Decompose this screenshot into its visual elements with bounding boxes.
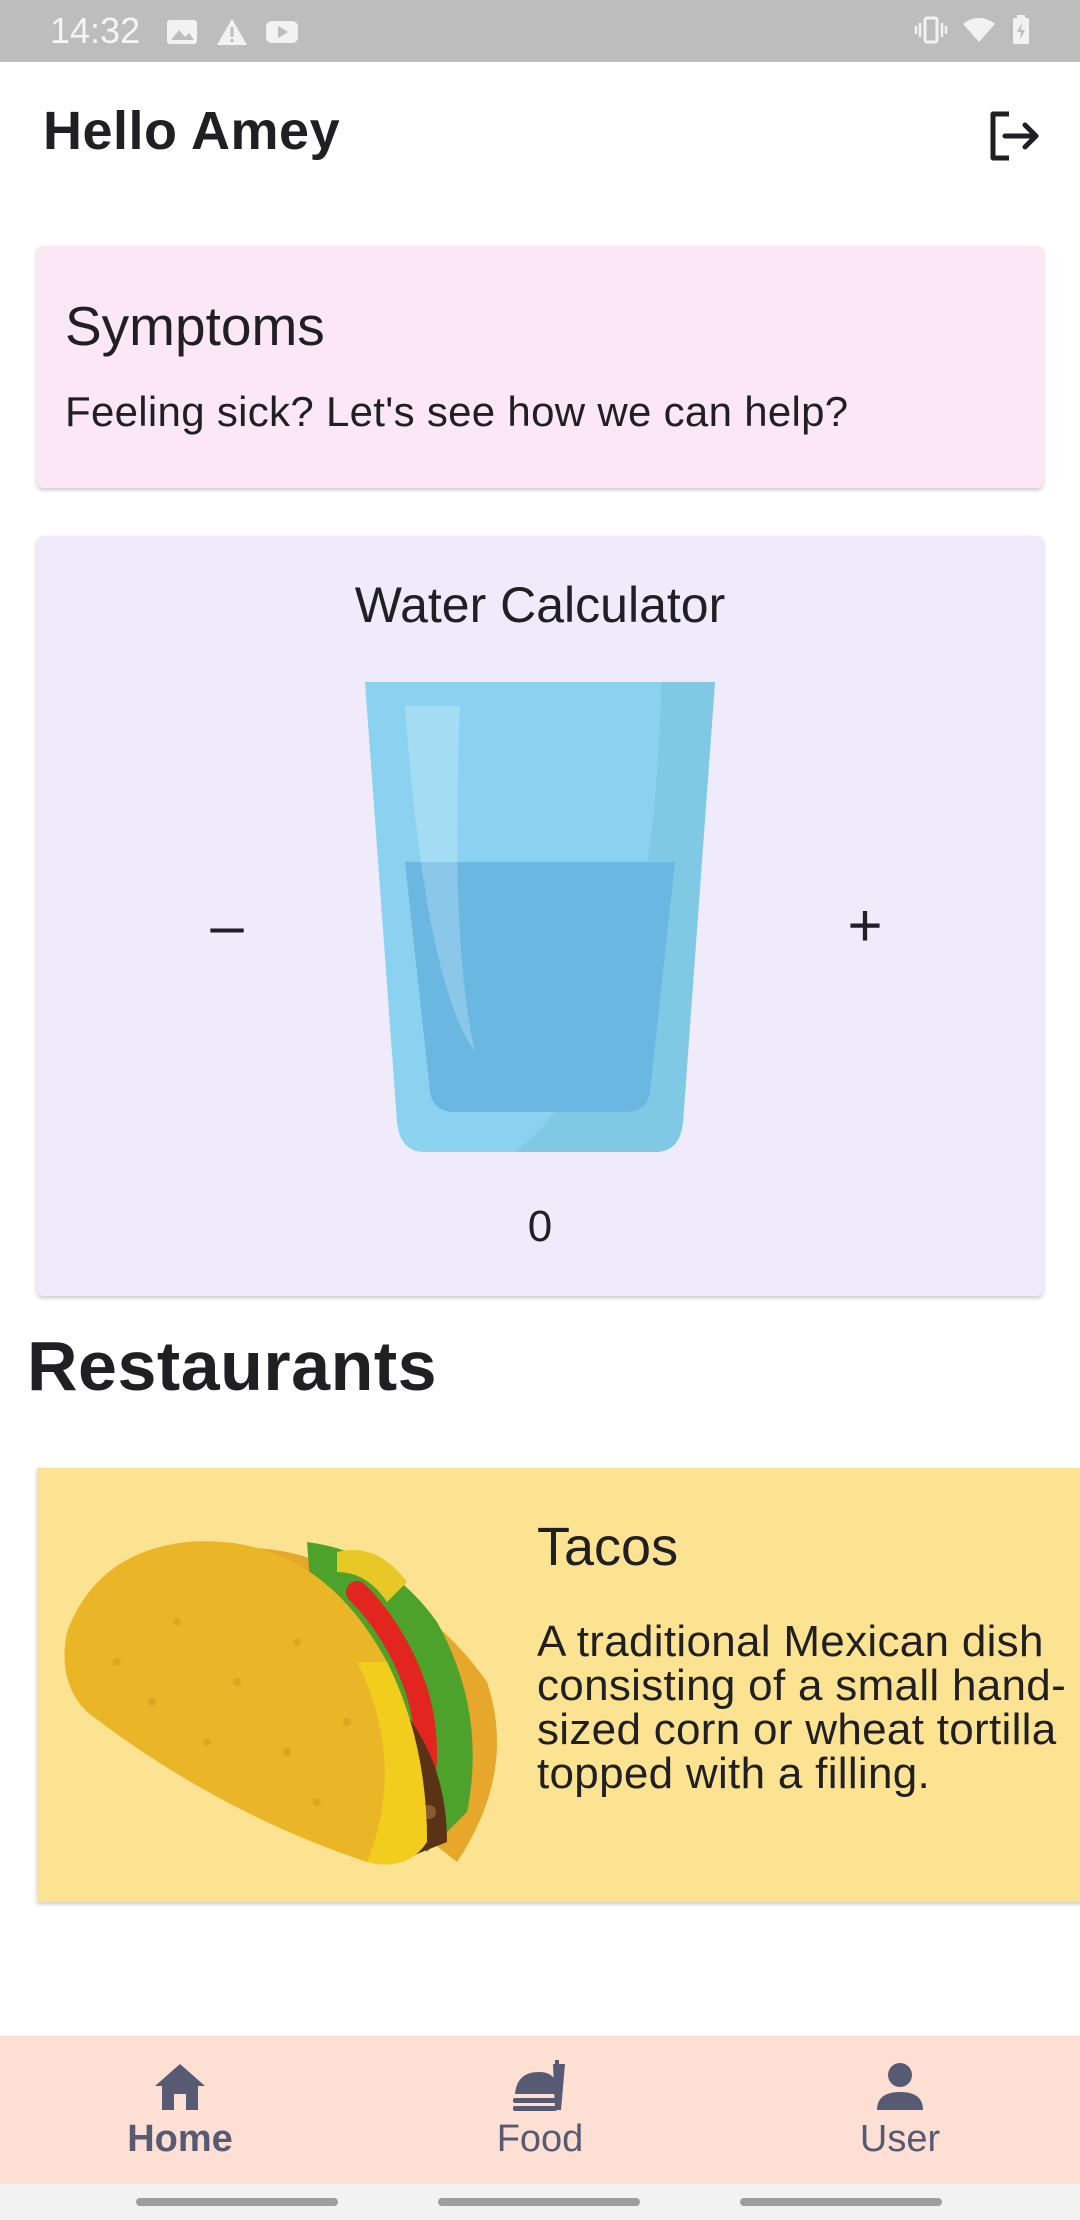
gesture-pill[interactable] — [438, 2198, 640, 2206]
increase-water-button[interactable]: + — [825, 886, 905, 966]
bottom-nav: Home Food User — [0, 2036, 1080, 2184]
warning-icon — [217, 19, 247, 45]
water-count: 0 — [527, 1202, 553, 1251]
restaurant-card[interactable]: Tacos A traditional Mexican dish consist… — [37, 1468, 1080, 1902]
user-icon — [877, 2063, 923, 2110]
status-time: 14:32 — [50, 10, 141, 51]
food-icon — [513, 2060, 565, 2111]
restaurants-heading: Restaurants — [27, 1327, 438, 1405]
vibrate-icon — [914, 16, 948, 44]
gesture-pill[interactable] — [740, 2198, 942, 2206]
youtube-icon — [266, 21, 298, 43]
battery-charging-icon — [1013, 15, 1029, 44]
nav-label-user: User — [859, 2118, 941, 2160]
restaurant-description: A traditional Mexican dish consisting of… — [537, 1617, 1067, 1798]
nav-item-food[interactable]: Food — [410, 2036, 670, 2184]
water-glass-icon — [365, 682, 715, 1152]
nav-item-home[interactable]: Home — [50, 2036, 310, 2184]
water-calculator-title: Water Calculator — [354, 577, 726, 633]
nav-label-home: Home — [127, 2118, 233, 2160]
water-calculator-card: Water Calculator – + 0 — [37, 536, 1043, 1296]
status-right-icons — [914, 14, 1032, 46]
home-icon — [155, 2064, 205, 2110]
gesture-bar — [0, 2184, 1080, 2220]
taco-image — [64, 1541, 497, 1865]
symptoms-card[interactable]: Symptoms Feeling sick? Let's see how we … — [37, 246, 1043, 488]
decrease-water-button[interactable]: – — [187, 886, 267, 966]
image-icon — [167, 20, 197, 44]
logout-icon[interactable] — [985, 108, 1041, 164]
restaurant-title: Tacos — [537, 1517, 679, 1577]
status-bar: 14:32 — [0, 0, 1080, 62]
gesture-pill[interactable] — [136, 2198, 338, 2206]
nav-label-food: Food — [496, 2118, 584, 2160]
page-title: Hello Amey — [43, 101, 341, 161]
symptoms-text: Feeling sick? Let's see how we can help? — [65, 388, 849, 435]
nav-item-user[interactable]: User — [770, 2036, 1030, 2184]
wifi-icon — [963, 17, 995, 42]
status-left-icons — [165, 16, 299, 48]
symptoms-title: Symptoms — [65, 295, 325, 357]
